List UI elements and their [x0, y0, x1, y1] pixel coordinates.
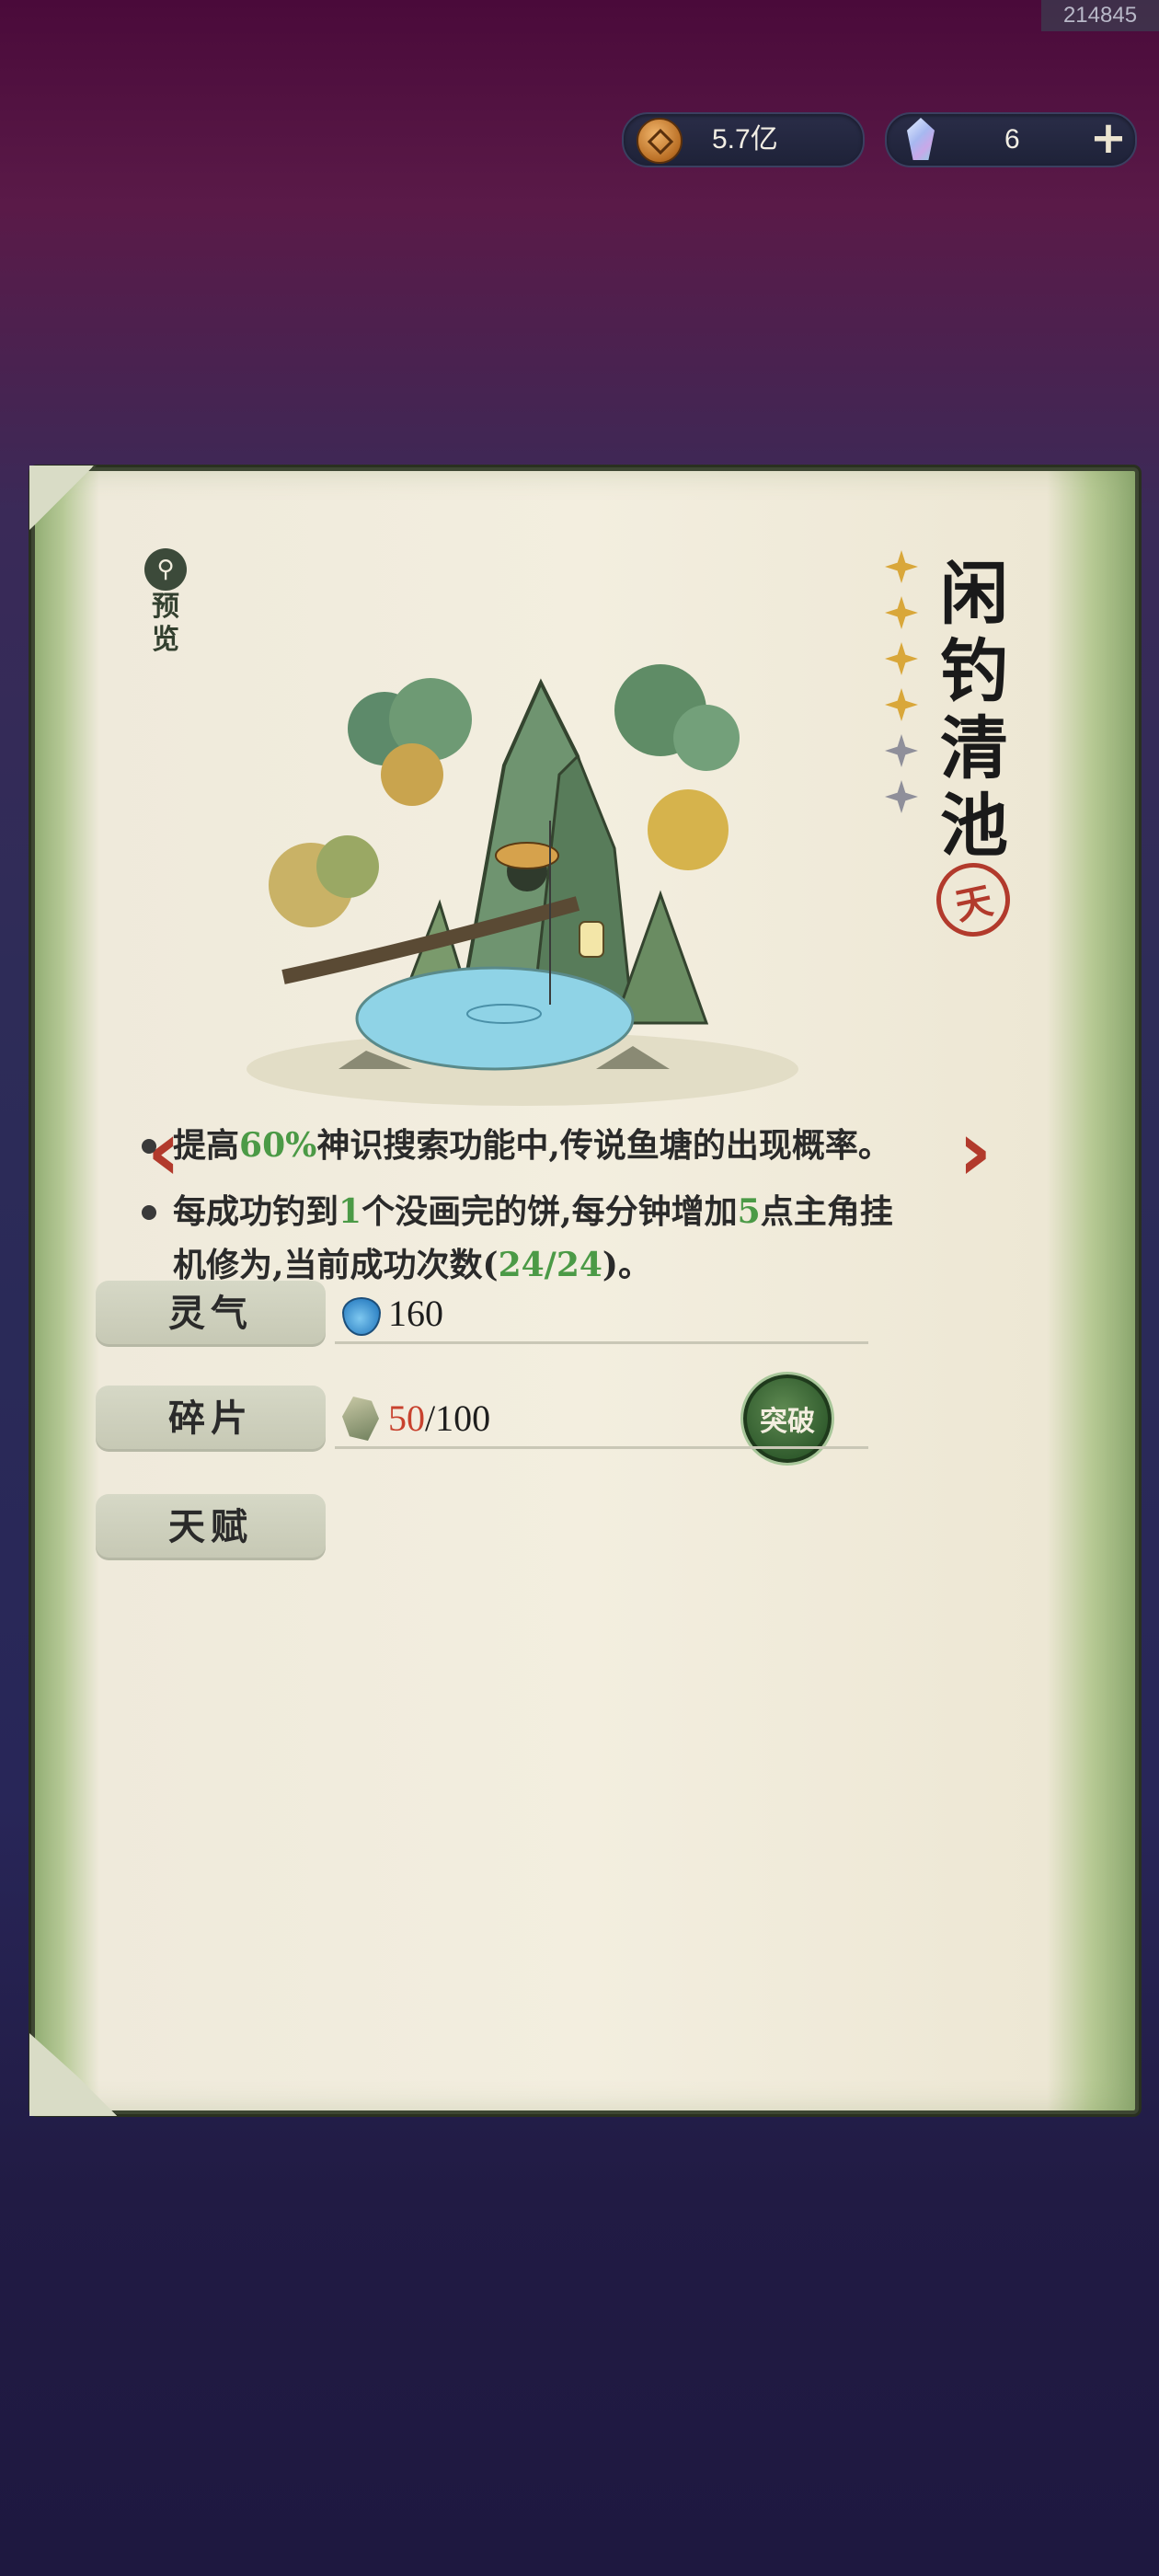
- talent-row: 天赋: [96, 1494, 924, 1562]
- magnify-icon: ⚲: [144, 548, 187, 591]
- gem-balance: 6 +: [885, 112, 1137, 167]
- star-empty-icon: [885, 780, 918, 813]
- next-arrow-button[interactable]: ›: [947, 1110, 1003, 1193]
- shard-progress: 50/100: [388, 1386, 490, 1452]
- screen-id-label: 214845: [1041, 0, 1159, 31]
- add-gems-button[interactable]: +: [1087, 116, 1130, 160]
- preview-label-2: 览: [152, 624, 179, 656]
- star-rating: [881, 550, 922, 826]
- scene-title: 闲 钓 清 池: [935, 556, 1014, 865]
- highlight-value: 1: [339, 1192, 362, 1231]
- star-filled-icon: [885, 642, 918, 675]
- fishing-pond-illustration: [247, 664, 798, 1106]
- shard-row: 碎片 50/100 突破: [96, 1374, 924, 1463]
- title-char: 清: [940, 709, 1008, 788]
- talent-item: 提高60%神识搜索功能中,传说鱼塘的出现概率。: [138, 1119, 911, 1172]
- talent-label: 天赋: [96, 1494, 326, 1560]
- highlight-value: 60%: [239, 1126, 317, 1165]
- rank-seal-icon: 天: [929, 856, 1017, 944]
- scroll-corner-fold: [29, 466, 97, 530]
- shard-label: 碎片: [96, 1386, 326, 1452]
- star-filled-icon: [885, 688, 918, 721]
- shard-icon: [342, 1397, 379, 1441]
- star-filled-icon: [885, 550, 918, 583]
- title-char: 钓: [940, 632, 1008, 711]
- coin-icon: [637, 118, 683, 164]
- star-filled-icon: [885, 596, 918, 629]
- star-empty-icon: [885, 734, 918, 767]
- highlight-value: 24/24: [498, 1246, 602, 1284]
- talent-item: 每成功钓到1个没画完的饼,每分钟增加5点主角挂机修为,当前成功次数(24/24)…: [138, 1185, 911, 1292]
- talent-list: 提高60%神识搜索功能中,传说鱼塘的出现概率。 每成功钓到1个没画完的饼,每分钟…: [138, 1119, 911, 1305]
- highlight-value: 5: [737, 1192, 761, 1231]
- gem-amount: 6: [1004, 124, 1020, 155]
- coin-balance: 5.7亿: [622, 112, 865, 167]
- scroll-corner-fold: [29, 2033, 121, 2116]
- gem-icon: [907, 118, 935, 160]
- title-char: 闲: [940, 555, 1008, 634]
- shard-current: 50: [388, 1397, 425, 1439]
- shard-total: /100: [425, 1397, 491, 1439]
- preview-label-1: 预: [152, 591, 179, 623]
- title-char: 池: [940, 787, 1008, 866]
- breakthrough-button[interactable]: 突破: [743, 1374, 832, 1463]
- preview-button[interactable]: ⚲ 预 览: [138, 548, 193, 657]
- coin-amount: 5.7亿: [712, 124, 778, 155]
- divider: [335, 1341, 868, 1344]
- divider: [335, 1446, 868, 1449]
